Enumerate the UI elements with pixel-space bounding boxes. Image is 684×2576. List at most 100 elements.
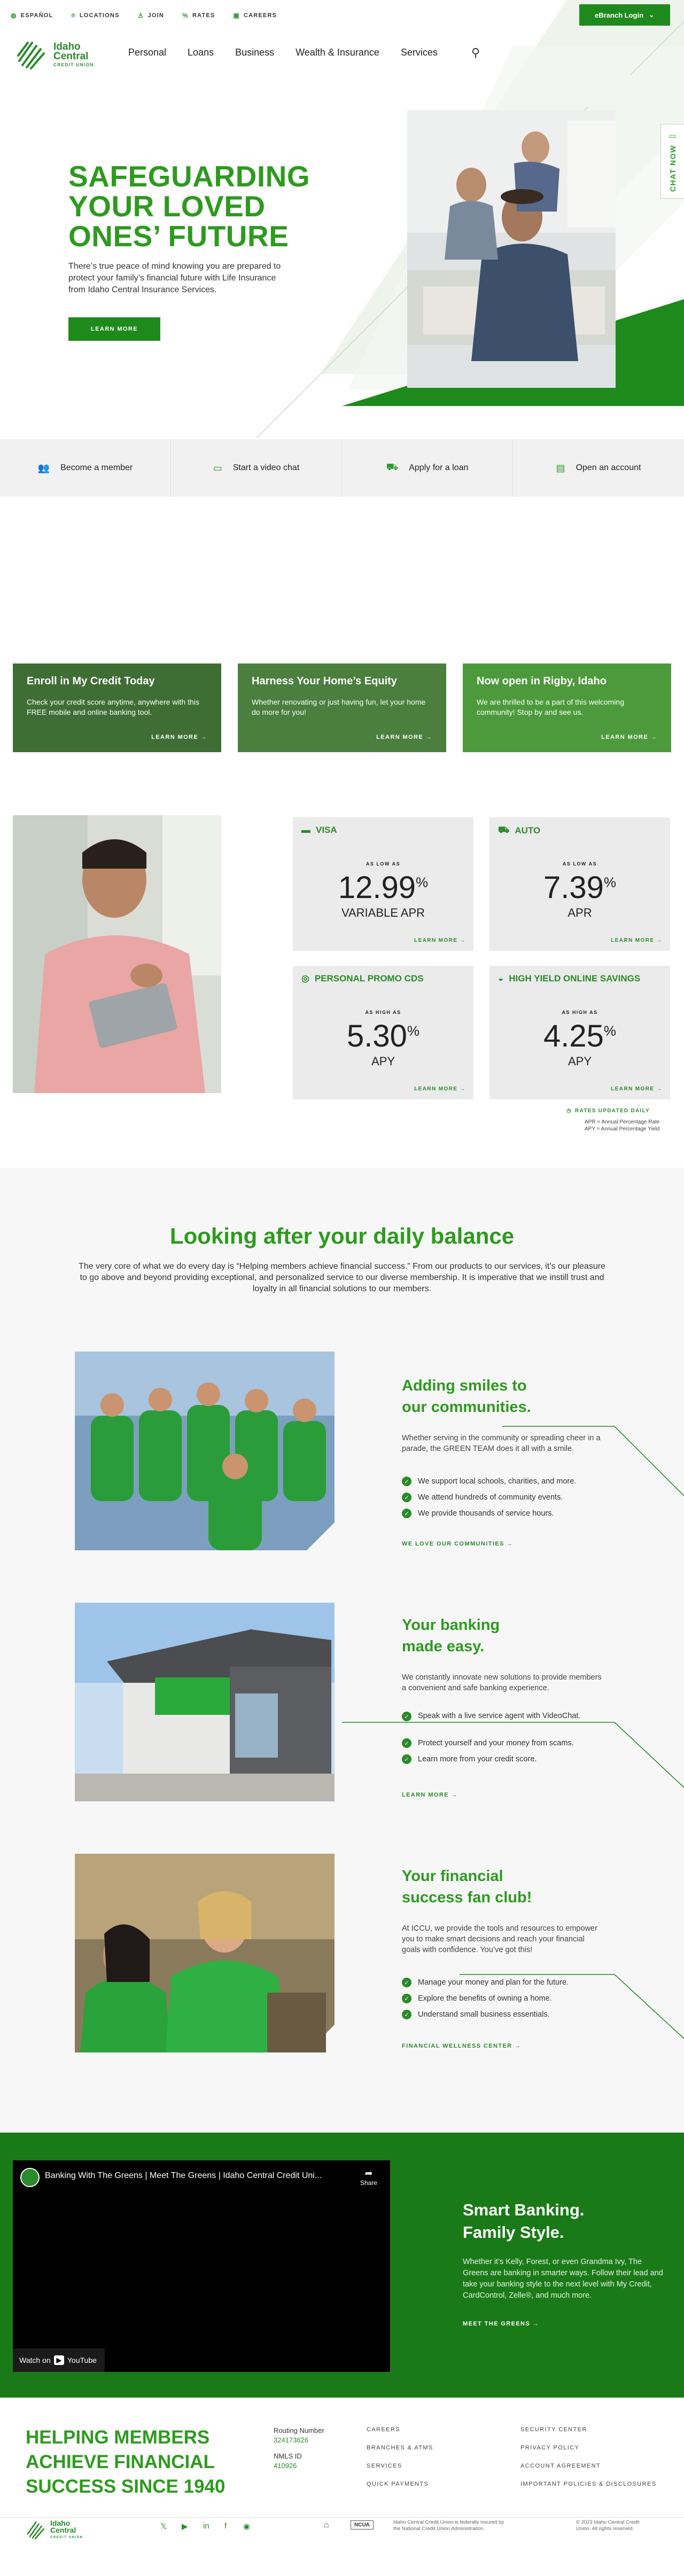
footer-link-privacy[interactable]: PRIVACY POLICY	[520, 2445, 579, 2451]
utility-link-locations[interactable]: ⌾ LOCATIONS	[71, 12, 119, 20]
quick-action-open-account[interactable]: ▤ Open an account	[513, 439, 684, 497]
feature-title-line: made easy.	[402, 1638, 485, 1655]
staff-members-photo	[75, 1854, 335, 2052]
arrow-right-icon: →	[460, 938, 466, 943]
footer-link-security[interactable]: SECURITY CENTER	[520, 2426, 587, 2433]
copyright-notice: © 2023 Idaho Central Credit Union. All r…	[576, 2519, 640, 2532]
rate-link-label: LEARN MORE	[414, 1086, 458, 1092]
ncua-insured-notice: Idaho Central Credit Union is federally …	[393, 2519, 504, 2532]
instagram-icon[interactable]: ◉	[243, 2522, 250, 2531]
rate-learn-more-link[interactable]: LEARN MORE →	[611, 1086, 663, 1092]
rate-qualifier: AS HIGH AS	[562, 1010, 598, 1015]
rate-link-label: LEARN MORE	[611, 938, 655, 943]
list-item: ✓ We provide thousands of service hours.	[402, 1505, 626, 1521]
utility-link-espanol[interactable]: ◍ ESPAÑOL	[11, 12, 53, 19]
rate-learn-more-link[interactable]: LEARN MORE →	[611, 938, 663, 943]
promo-card-rigby: Now open in Rigby, Idaho We are thrilled…	[463, 663, 671, 752]
list-item: ✓ Protect yourself and your money from sc…	[402, 1735, 626, 1751]
footer-link-disclosures[interactable]: IMPORTANT POLICIES & DISCLOSURES	[520, 2481, 656, 2487]
rates-smiling-man-photo	[13, 815, 221, 1093]
check-icon: ✓	[402, 1738, 411, 1748]
meet-the-greens-link[interactable]: MEET THE GREENS →	[463, 2321, 539, 2327]
percent-icon: %	[182, 12, 189, 19]
feature-link-financial-wellness[interactable]: FINANCIAL WELLNESS CENTER →	[402, 2043, 521, 2049]
nav-business[interactable]: Business	[235, 47, 274, 58]
rate-value: 7.39%	[543, 870, 616, 905]
feature-link-banking[interactable]: LEARN MORE →	[402, 1792, 458, 1798]
facebook-icon[interactable]: f	[224, 2522, 227, 2531]
share-icon: ➦	[364, 2168, 373, 2179]
rate-value: 12.99%	[338, 870, 429, 905]
utility-label: JOIN	[147, 12, 165, 19]
quick-action-become-member[interactable]: 👥 Become a member	[0, 439, 171, 497]
quick-action-label: Apply for a loan	[409, 463, 469, 472]
nmls-id-label: NMLS ID	[274, 2452, 302, 2460]
bullet-text: Speak with a live service agent with Vid…	[418, 1712, 581, 1720]
feature-text: Whether serving in the community or spre…	[402, 1434, 601, 1453]
chat-now-label: CHAT NOW	[668, 144, 677, 192]
credit-card-icon: ▬	[301, 825, 310, 835]
list-item: ✓ Speak with a live service agent with Vi…	[402, 1712, 584, 1735]
promo-title: Now open in Rigby, Idaho	[477, 675, 607, 687]
utility-link-join[interactable]: ♙ JOIN	[138, 12, 164, 19]
bullet-text: We support local schools, charities, and…	[418, 1477, 577, 1486]
routing-number-label: Routing Number	[274, 2426, 324, 2434]
promo-learn-more-link[interactable]: LEARN MORE →	[151, 734, 207, 740]
rate-learn-more-link[interactable]: LEARN MORE →	[414, 938, 466, 943]
rate-card-header: ◒ HIGH YIELD ONLINE SAVINGS	[498, 973, 640, 984]
bullet-text: Protect yourself and your money from sca…	[418, 1739, 574, 1747]
share-button[interactable]: ➦ Share	[360, 2168, 377, 2187]
footer-tagline-line: HELPING MEMBERS	[26, 2427, 210, 2448]
hero-title: SAFEGUARDING YOUR LOVED ONES’ FUTURE	[68, 161, 310, 251]
ebranch-label: eBranch Login	[595, 11, 644, 19]
rate-qualifier: AS LOW AS	[562, 861, 597, 867]
footer-link-services[interactable]: SERVICES	[367, 2463, 402, 2469]
linkedin-icon[interactable]: in	[203, 2522, 209, 2531]
logo[interactable]: Idaho Central CREDIT UNION	[16, 38, 94, 72]
feature-title-line: our communities.	[402, 1399, 531, 1416]
utility-link-rates[interactable]: % RATES	[182, 12, 215, 19]
promo-title: Enroll in My Credit Today	[27, 675, 155, 687]
nav-wealth-insurance[interactable]: Wealth & Insurance	[296, 47, 379, 58]
feature-title-line: success fan club!	[402, 1889, 532, 1906]
rate-link-label: LEARN MORE	[611, 1086, 655, 1092]
ebranch-login-button[interactable]: eBranch Login ⌄	[579, 4, 670, 26]
nav-personal[interactable]: Personal	[128, 47, 166, 58]
rate-card-header: ⛟ AUTO	[498, 825, 540, 837]
nav-services[interactable]: Services	[401, 47, 438, 58]
feature-link-communities[interactable]: WE LOVE OUR COMMUNITIES →	[402, 1541, 514, 1547]
twitter-icon[interactable]: 𝕏	[160, 2522, 167, 2531]
footer-link-careers[interactable]: CAREERS	[367, 2426, 400, 2433]
hero-learn-more-button[interactable]: LEARN MORE	[68, 317, 160, 341]
chat-now-button[interactable]: ▭ CHAT NOW	[660, 124, 684, 199]
bullet-text: Learn more from your credit score.	[418, 1755, 537, 1763]
rate-number: 12.99	[338, 870, 416, 905]
feature-text: At ICCU, we provide the tools and resour…	[402, 1924, 597, 1954]
promo-learn-more-link[interactable]: LEARN MORE →	[376, 734, 432, 740]
footer-link-quick-payments[interactable]: QUICK PAYMENTS	[367, 2481, 429, 2487]
arrow-right-icon: →	[532, 2321, 539, 2327]
watch-on-youtube-button[interactable]: Watch on ▶ YouTube	[13, 2348, 105, 2372]
hero-title-line: YOUR LOVED	[68, 190, 266, 223]
arrow-right-icon: →	[451, 1792, 458, 1798]
youtube-icon[interactable]: ▶	[182, 2522, 188, 2531]
arrow-right-icon: →	[656, 938, 663, 943]
rate-name: HIGH YIELD ONLINE SAVINGS	[509, 973, 641, 983]
quick-action-apply-loan[interactable]: ⛟ Apply for a loan	[342, 439, 513, 497]
video-title[interactable]: Banking With The Greens | Meet The Green…	[45, 2171, 322, 2181]
search-icon[interactable]: ⚲	[471, 46, 480, 60]
utility-link-careers[interactable]: ▣ CAREERS	[233, 12, 277, 19]
bullet-text: Understand small business essentials.	[418, 2010, 550, 2019]
footer-tagline-line: SUCCESS SINCE 1940	[26, 2476, 226, 2497]
youtube-video-player[interactable]: Banking With The Greens | Meet The Green…	[13, 2160, 390, 2372]
promo-text: Whether renovating or just having fun, l…	[252, 698, 426, 716]
nav-loans[interactable]: Loans	[188, 47, 214, 58]
footer-logo[interactable]: Idaho Central CREDIT UNION	[26, 2519, 83, 2541]
footer-link-branches[interactable]: BRANCHES & ATMS	[367, 2445, 433, 2451]
promo-learn-more-link[interactable]: LEARN MORE →	[601, 734, 657, 740]
quick-action-video-chat[interactable]: ▭ Start a video chat	[171, 439, 342, 497]
footer-link-agreement[interactable]: ACCOUNT AGREEMENT	[520, 2463, 601, 2469]
promo-text: We are thrilled to be a part of this wel…	[477, 698, 624, 716]
logo-line-2: Central	[53, 51, 89, 62]
rate-learn-more-link[interactable]: LEARN MORE →	[414, 1086, 466, 1092]
